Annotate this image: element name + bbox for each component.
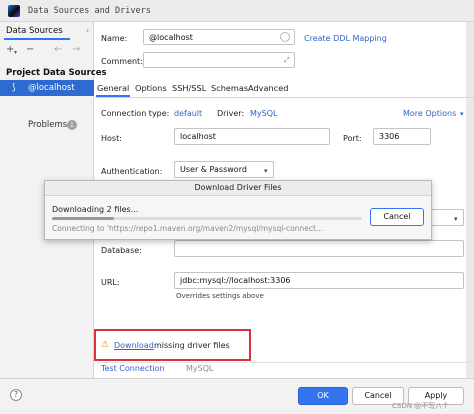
right-edge-strip xyxy=(466,22,474,378)
database-input[interactable] xyxy=(174,240,464,257)
tab-options[interactable]: Options xyxy=(135,83,167,93)
dialog-title: Download Driver Files xyxy=(194,183,282,192)
problems-count-badge: 1 xyxy=(67,120,77,130)
host-input[interactable]: localhost xyxy=(174,128,330,145)
add-menu-chevron-icon[interactable]: ▾ xyxy=(14,47,17,59)
create-ddl-mapping-link[interactable]: Create DDL Mapping xyxy=(304,34,387,43)
host-label: Host: xyxy=(101,134,122,143)
driver-name-footer: MySQL xyxy=(186,364,214,373)
more-options-chevron-icon[interactable]: ▾ xyxy=(460,110,464,118)
tab-data-sources[interactable]: Data Sources xyxy=(6,26,63,36)
tab-overflow-icon[interactable]: › xyxy=(86,26,89,35)
name-input[interactable]: @localhost xyxy=(143,29,295,45)
url-label: URL: xyxy=(101,278,120,287)
database-label: Database: xyxy=(101,246,142,255)
driver-value[interactable]: MySQL xyxy=(250,109,277,118)
comment-input[interactable] xyxy=(143,52,295,68)
tab-ssh-ssl[interactable]: SSH/SSL xyxy=(172,83,206,93)
connection-type-label: Connection type: xyxy=(101,109,170,118)
watermark: CSDN @不写八个 xyxy=(392,402,450,410)
tab-general[interactable]: General xyxy=(97,83,129,93)
expand-icon[interactable]: ⤢ xyxy=(284,56,290,65)
download-progress-fill xyxy=(52,217,114,220)
warning-icon: ⚠ xyxy=(101,340,110,350)
more-options-link[interactable]: More Options xyxy=(403,109,456,118)
port-input[interactable]: 3306 xyxy=(373,128,431,145)
authentication-select[interactable]: User & Password xyxy=(174,161,274,178)
missing-driver-text: missing driver files xyxy=(154,341,230,350)
tab-advanced[interactable]: Advanced xyxy=(248,83,288,93)
ok-button[interactable]: OK xyxy=(298,387,348,405)
tab-schemas[interactable]: Schemas xyxy=(211,83,248,93)
tabs-divider xyxy=(95,97,474,98)
color-circle-icon[interactable] xyxy=(280,32,290,42)
port-label: Port: xyxy=(343,134,362,143)
data-source-item-label: @localhost xyxy=(28,83,75,93)
hidden-select-chevron-icon[interactable]: ▾ xyxy=(454,215,458,223)
download-url-text: Connecting to 'https://repo1.maven.org/m… xyxy=(52,224,324,233)
bottom-divider xyxy=(95,362,474,363)
app-logo-icon xyxy=(8,5,20,17)
download-status: Downloading 2 files... xyxy=(52,205,139,214)
download-driver-link[interactable]: Download xyxy=(114,341,154,350)
driver-label: Driver: xyxy=(217,109,245,118)
url-overrides-note: Overrides settings above xyxy=(176,292,264,300)
left-toolbar: + ▾ − ← → xyxy=(4,44,92,58)
tab-data-sources-underline xyxy=(4,38,70,40)
hidden-select-behind-modal[interactable] xyxy=(431,209,464,226)
mysql-dolphin-icon: ⟆ xyxy=(12,83,16,93)
test-connection-link[interactable]: Test Connection xyxy=(101,364,165,373)
help-icon[interactable]: ? xyxy=(10,389,22,401)
project-data-sources-header: Project Data Sources xyxy=(6,68,107,78)
comment-label: Comment: xyxy=(101,57,143,66)
connection-type-value[interactable]: default xyxy=(174,109,202,118)
dialog-cancel-button[interactable]: Cancel xyxy=(370,208,424,226)
forward-arrow-icon[interactable]: → xyxy=(72,44,80,56)
authentication-chevron-icon[interactable]: ▾ xyxy=(264,167,268,175)
problems-item[interactable]: Problems xyxy=(28,120,67,130)
url-input[interactable]: jdbc:mysql://localhost:3306 xyxy=(174,272,464,289)
name-label: Name: xyxy=(101,34,128,43)
back-arrow-icon[interactable]: ← xyxy=(54,44,62,56)
window-title: Data Sources and Drivers xyxy=(28,6,151,16)
authentication-label: Authentication: xyxy=(101,167,163,176)
remove-icon[interactable]: − xyxy=(26,44,34,56)
